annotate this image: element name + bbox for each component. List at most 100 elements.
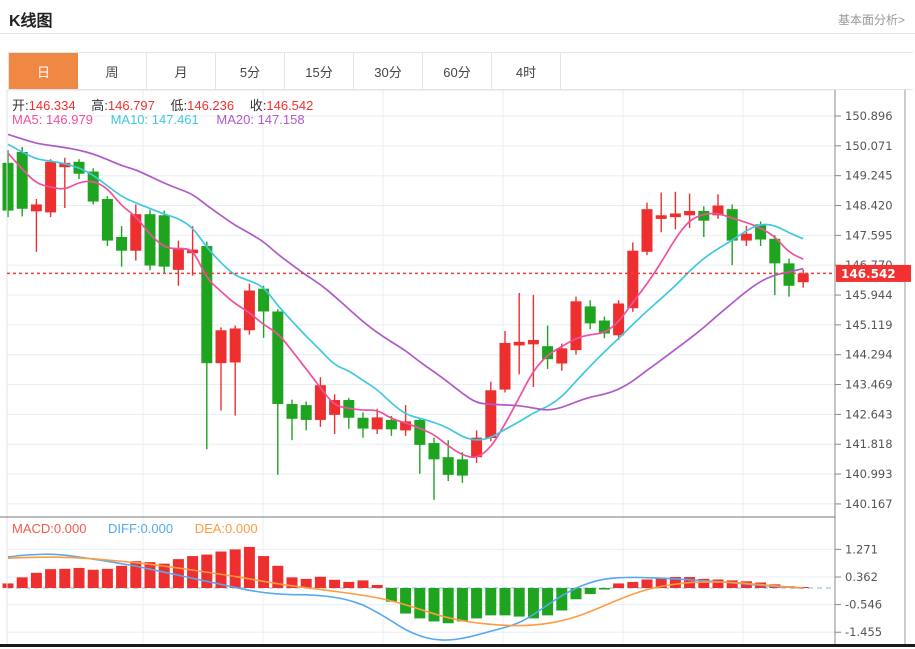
- macd-bar: [2, 583, 14, 588]
- candle-body: [584, 306, 596, 324]
- macd-bar: [400, 588, 412, 614]
- macd-bar: [613, 583, 625, 588]
- candle-body: [627, 250, 639, 309]
- macd-bar: [414, 588, 426, 619]
- candle-body: [797, 273, 809, 283]
- macd-histogram: [2, 546, 809, 624]
- candle-body: [357, 417, 369, 429]
- candle-body: [783, 263, 795, 286]
- candle-body: [101, 199, 113, 241]
- candle-body: [172, 247, 184, 270]
- candle-body: [229, 328, 241, 363]
- axis-tick-label: 0.362: [845, 570, 878, 584]
- candle-body: [684, 210, 696, 216]
- macd-bar: [343, 581, 355, 588]
- candle-body: [613, 303, 625, 336]
- axis-tick-label: 141.818: [845, 437, 893, 451]
- candle-body: [499, 342, 511, 390]
- low-value: 146.236: [187, 98, 235, 113]
- macd-bar: [456, 588, 468, 622]
- macd-bar: [471, 588, 483, 619]
- open-label: 开:: [12, 98, 29, 113]
- macd-bar: [101, 568, 113, 588]
- candle-body: [314, 385, 326, 420]
- macd-bar: [45, 569, 57, 588]
- macd-value: MACD:0.000: [12, 521, 87, 536]
- candle-body: [641, 209, 653, 252]
- macd-bar: [187, 556, 199, 588]
- candle-body: [527, 340, 539, 345]
- candle-body: [2, 162, 14, 211]
- axis-tick-label: 148.420: [845, 199, 893, 213]
- ma10-line: [7, 143, 804, 441]
- ma10-value: MA10: 147.461: [110, 112, 199, 127]
- high-label: 高:: [91, 98, 108, 113]
- macd-bar: [513, 588, 525, 617]
- macd-bar: [243, 546, 255, 588]
- candle-body: [300, 405, 312, 420]
- candle-body: [158, 215, 170, 267]
- diff-value: DIFF:0.000: [108, 521, 174, 536]
- macd-bar: [73, 567, 85, 588]
- macd-bar: [229, 549, 241, 588]
- candle-body: [669, 213, 681, 218]
- macd-bar: [726, 580, 738, 588]
- candle-body: [30, 204, 42, 212]
- candle-body: [272, 311, 284, 405]
- ma20-value: MA20: 147.158: [216, 112, 305, 127]
- macd-bar: [16, 577, 28, 588]
- axis-tick-label: 147.595: [845, 228, 893, 242]
- axis-tick-label: 142.643: [845, 407, 893, 421]
- macd-bar: [87, 569, 99, 588]
- close-label: 收:: [249, 98, 267, 113]
- axis-tick-label: 149.245: [845, 169, 893, 183]
- candle-body: [456, 459, 468, 476]
- axis-tick-label: 143.469: [845, 378, 893, 392]
- macd-bar: [59, 568, 71, 588]
- macd-bar: [371, 584, 383, 588]
- macd-bar: [357, 580, 369, 588]
- macd-legend: MACD:0.000 DIFF:0.000 DEA:0.000: [12, 521, 276, 536]
- close-value: 146.542: [266, 98, 314, 113]
- candles: [2, 146, 809, 500]
- axis-tick-label: 145.119: [845, 318, 893, 332]
- candle-body: [130, 214, 142, 251]
- candle-body: [726, 209, 738, 241]
- candle-body: [556, 348, 568, 364]
- macd-bar: [258, 556, 270, 588]
- axis-tick-label: 1.271: [845, 542, 878, 556]
- axis-tick-label: -1.455: [845, 625, 882, 639]
- macd-bar: [215, 551, 227, 588]
- macd-bar: [556, 588, 568, 611]
- macd-bar: [641, 579, 653, 588]
- ma-legend: MA5: 146.979 MA10: 147.461 MA20: 147.158: [12, 112, 319, 127]
- macd-bar: [499, 588, 511, 616]
- macd-bar: [485, 588, 497, 616]
- candle-body: [116, 236, 128, 251]
- ma5-value: MA5: 146.979: [12, 112, 93, 127]
- axis-tick-label: 140.993: [845, 467, 893, 481]
- svg-text:146.542: 146.542: [841, 267, 896, 281]
- macd-bar: [428, 588, 440, 622]
- dea-value: DEA:0.000: [194, 521, 258, 536]
- candle-body: [144, 214, 156, 266]
- candle-body: [485, 390, 497, 439]
- candle-body: [655, 215, 667, 219]
- candle-body: [428, 443, 440, 460]
- candle-body: [16, 152, 28, 209]
- axis-tick-label: 150.071: [845, 139, 893, 153]
- candle-body: [513, 341, 525, 346]
- open-value: 146.334: [28, 98, 76, 113]
- kline-widget: K线图 基本面分析> 日周月 5分 15分 30分 60分 4时 150.896 150.0…: [0, 0, 915, 649]
- candle-body: [740, 233, 752, 241]
- axis-tick-label: 145.944: [845, 288, 893, 302]
- macd-bar: [116, 565, 128, 588]
- macd-bar: [584, 588, 596, 595]
- candle-body: [570, 301, 582, 351]
- candle-body: [286, 404, 298, 419]
- current-price-tag: 146.542: [836, 264, 911, 282]
- low-label: 低:: [170, 98, 188, 113]
- candle-body: [769, 238, 781, 264]
- axis-tick-label: 144.294: [845, 348, 893, 362]
- macd-bar: [598, 588, 610, 590]
